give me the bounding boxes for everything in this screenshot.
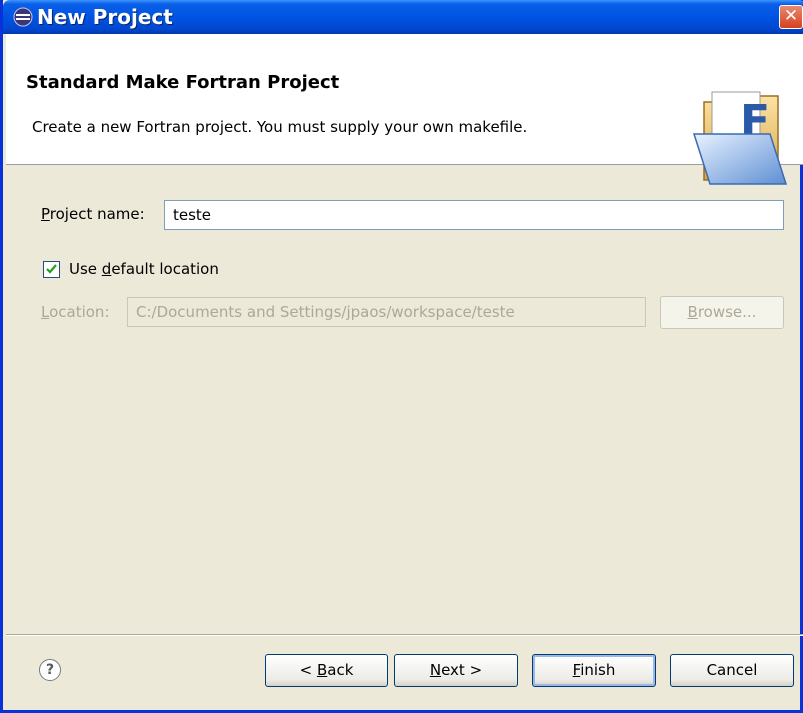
- back-button[interactable]: < Back: [265, 654, 388, 687]
- title-bar[interactable]: New Project ✕: [3, 0, 803, 34]
- location-input[interactable]: [127, 297, 646, 327]
- browse-button[interactable]: Browse...: [660, 296, 784, 329]
- finish-button[interactable]: Finish: [532, 654, 656, 687]
- project-name-input[interactable]: [164, 200, 784, 230]
- use-default-location-checkbox[interactable]: [43, 261, 60, 278]
- project-name-label: Project name:: [41, 205, 145, 223]
- fortran-folder-icon: F: [692, 91, 788, 185]
- new-project-dialog: New Project ✕ Standard Make Fortran Proj…: [0, 0, 803, 713]
- help-icon[interactable]: ?: [39, 659, 61, 681]
- close-icon: ✕: [783, 6, 799, 26]
- checkmark-icon: [46, 264, 57, 274]
- eclipse-icon: [13, 7, 33, 27]
- page-description: Create a new Fortran project. You must s…: [32, 118, 528, 136]
- wizard-header: Standard Make Fortran Project Create a n…: [6, 34, 803, 185]
- footer-separator: [6, 634, 803, 636]
- page-title: Standard Make Fortran Project: [26, 72, 340, 93]
- window-title: New Project: [37, 5, 173, 29]
- close-button[interactable]: ✕: [779, 5, 803, 29]
- location-label: Location:: [41, 303, 110, 321]
- use-default-location-label[interactable]: Use default location: [69, 260, 219, 278]
- next-button[interactable]: Next >: [394, 654, 518, 687]
- cancel-button[interactable]: Cancel: [670, 654, 794, 687]
